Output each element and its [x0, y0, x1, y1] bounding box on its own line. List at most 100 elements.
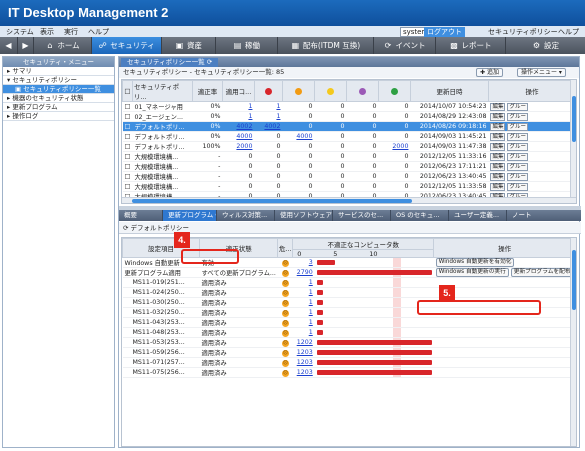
edit-button[interactable]: 編集	[490, 122, 506, 131]
checkbox[interactable]: □	[122, 181, 133, 192]
group-button[interactable]: グルー	[507, 142, 528, 151]
tab-antivirus[interactable]: ウィルス対策...	[217, 210, 275, 221]
edit-button[interactable]: 編集	[490, 152, 506, 161]
ops-menu-button[interactable]: 操作メニュー ▾	[517, 68, 566, 77]
help-link[interactable]: ヘルプ	[558, 27, 579, 37]
count-link[interactable]: 2790	[297, 269, 313, 276]
list-item[interactable]: 更新プログラム適用 すべての更新プログラム... ☹ 2790 Windows 自動更新…	[122, 267, 576, 278]
edit-button[interactable]: 編集	[490, 142, 506, 151]
edit-button[interactable]: 編集	[490, 132, 506, 141]
sidebar-item-security-policy[interactable]: ▾ セキュリティポリシー	[3, 76, 114, 85]
list-item[interactable]: MS11-053(253... 適用済み ☹ 1202	[122, 337, 576, 348]
table-row[interactable]: □ デフォルトポリ... 0% 4000 0 4000 0 0 0 2014/09/03 11:4…	[122, 131, 576, 142]
sidebar-item-operation-log[interactable]: ▸ 操作ログ	[3, 112, 114, 121]
list-item[interactable]: MS11-019(251... 適用済み ☹ 1	[122, 277, 576, 288]
col-applied[interactable]: 適用コ...	[221, 80, 255, 102]
list-item[interactable]: MS11-071(257... 適用済み ☹ 1203	[122, 357, 576, 368]
table-row[interactable]: □ デフォルトポリ... 100% 2000 0 0 0 0 2000 2014/09/03 11…	[122, 141, 576, 152]
col-unknown[interactable]	[345, 80, 379, 102]
logout-button[interactable]: ログアウト	[424, 27, 465, 37]
add-button[interactable]: ✚ 追加	[476, 68, 503, 77]
refresh-icon[interactable]: ⟳	[207, 58, 212, 66]
count-link[interactable]: 1	[309, 279, 313, 286]
tool-settings[interactable]: ⚙ 設定	[506, 37, 585, 54]
table-row[interactable]: □大規模環境構... - 0 0 0 0 0 0 2012/06/23 13:40:45編集 グ…	[122, 171, 576, 182]
checkbox[interactable]: □	[122, 141, 133, 152]
policy-table-hscroll[interactable]	[122, 197, 576, 203]
col-safe[interactable]	[377, 80, 411, 102]
group-button[interactable]: グルー	[507, 162, 528, 171]
count-link[interactable]: 1	[309, 299, 313, 306]
col-ops[interactable]: 操作	[487, 80, 576, 102]
cell-applied-value[interactable]: 4002	[236, 123, 252, 130]
table-row[interactable]: □ 大規模環境構... - 0 0 0 0 0 0 2012/06/23 17:11:21 編集 グ…	[122, 161, 576, 172]
tool-asset[interactable]: ▣ 資産	[162, 37, 216, 54]
table-row[interactable]: □ デフォルトポリ... 0% 4002 4002 0 0 0 0 2014/08/26 09:1…	[122, 121, 576, 132]
edit-button[interactable]: 編集	[490, 102, 506, 111]
checkbox[interactable]: □	[122, 121, 133, 132]
tab-policy-list[interactable]: セキュリティポリシー一覧 ⟳	[121, 58, 219, 67]
vscroll-thumb[interactable]	[572, 250, 576, 310]
col-updated[interactable]: 更新日時	[409, 80, 489, 102]
cell-applied-value[interactable]: 2000	[236, 143, 252, 150]
group-button[interactable]: グルー	[507, 152, 528, 161]
col-rate[interactable]: 適正率	[191, 80, 223, 102]
policy-table-vscroll[interactable]	[570, 80, 576, 203]
col-noncompliant[interactable]: 不適正なコンピュータ数	[292, 238, 435, 250]
select-all-checkbox[interactable]: □	[122, 80, 133, 102]
checkbox[interactable]: □	[122, 171, 133, 182]
tab-note[interactable]: ノート	[507, 210, 581, 221]
table-row[interactable]: □ 大規模環境構... - 0 0 0 0 0 0 2012/12/05 11:33:16 編集 グ…	[122, 151, 576, 162]
group-button[interactable]: グルー	[507, 132, 528, 141]
sidebar-item-updates[interactable]: ▸ 更新プログラム	[3, 103, 114, 112]
count-link[interactable]: 1	[309, 289, 313, 296]
count-link[interactable]: 3	[309, 259, 313, 266]
table-row[interactable]: □ 大規模環境構... - 0 0 0 0 0 0 2012/12/05 11:33:58 編集 グ…	[122, 181, 576, 192]
menu-view[interactable]: 表示	[40, 27, 54, 37]
tool-distribution[interactable]: ▦ 配布(ITDM 互換)	[278, 37, 374, 54]
col-warning[interactable]	[281, 80, 315, 102]
count-link[interactable]: 1203	[297, 359, 313, 366]
edit-button[interactable]: 編集	[490, 162, 506, 171]
cell-danger-value[interactable]: 1	[276, 113, 280, 120]
checkbox[interactable]: □	[122, 101, 133, 112]
list-item[interactable]: MS11-043(253... 適用済み ☹ 1	[122, 317, 576, 328]
count-link[interactable]: 1	[309, 319, 313, 326]
col-risk[interactable]: 危...	[277, 238, 294, 258]
cell-danger-value[interactable]: 1	[276, 103, 280, 110]
tab-overview[interactable]: 概要	[119, 210, 163, 221]
list-item[interactable]: MS11-075(256... 適用済み ☹ 1203	[122, 367, 576, 378]
run-auto-update-button[interactable]: Windows 自動更新の実行	[435, 268, 509, 277]
group-button[interactable]: グルー	[507, 172, 528, 181]
policy-refresh-icon[interactable]: ⟳	[123, 224, 128, 232]
count-link[interactable]: 1203	[297, 369, 313, 376]
sidebar-item-device-status[interactable]: ▸ 機器のセキュリティ状態	[3, 94, 114, 103]
group-button[interactable]: グルー	[507, 102, 528, 111]
sidebar-item-policy-list[interactable]: ▣ セキュリティポリシー一覧	[3, 85, 114, 94]
count-link[interactable]: 1	[309, 329, 313, 336]
enable-auto-update-button[interactable]: Windows 自動更新を有効化	[435, 258, 515, 267]
count-link[interactable]: 1	[309, 309, 313, 316]
col-ops-bottom[interactable]: 操作	[433, 238, 576, 258]
tab-user-defined[interactable]: ユーザー定義...	[449, 210, 507, 221]
edit-button[interactable]: 編集	[490, 172, 506, 181]
edit-button[interactable]: 編集	[490, 182, 506, 191]
col-caution[interactable]	[313, 80, 347, 102]
checkbox[interactable]: □	[122, 131, 133, 142]
table-row[interactable]: □ 01_マネージャ用 0% 1 1 0 0 0 0 2014/10/07 10:54:23 編集 …	[122, 101, 576, 112]
cell-applied-value[interactable]: 1	[248, 103, 252, 110]
col-danger[interactable]	[253, 80, 283, 102]
tool-report[interactable]: ▩ レポート	[436, 37, 506, 54]
menu-help[interactable]: ヘルプ	[88, 27, 109, 37]
tab-software[interactable]: 使用ソフトウェア	[275, 210, 333, 221]
cell-applied-value[interactable]: 4000	[236, 133, 252, 140]
tool-home[interactable]: ⌂ ホーム	[34, 37, 92, 54]
count-link[interactable]: 1203	[297, 349, 313, 356]
tool-activity[interactable]: ▤ 稼働	[216, 37, 278, 54]
list-item[interactable]: MS11-059(256... 適用済み ☹ 1203	[122, 347, 576, 358]
policy-link[interactable]: セキュリティポリシー	[488, 27, 558, 37]
table-row[interactable]: □ 02_エージェン... 0% 1 1 0 0 0 0 2014/08/29 12:43:08 編…	[122, 111, 576, 122]
group-button[interactable]: グルー	[507, 112, 528, 121]
tab-services[interactable]: サービスのセ...	[333, 210, 391, 221]
list-item[interactable]: MS11-024(250... 適用済み ☹ 1	[122, 287, 576, 298]
